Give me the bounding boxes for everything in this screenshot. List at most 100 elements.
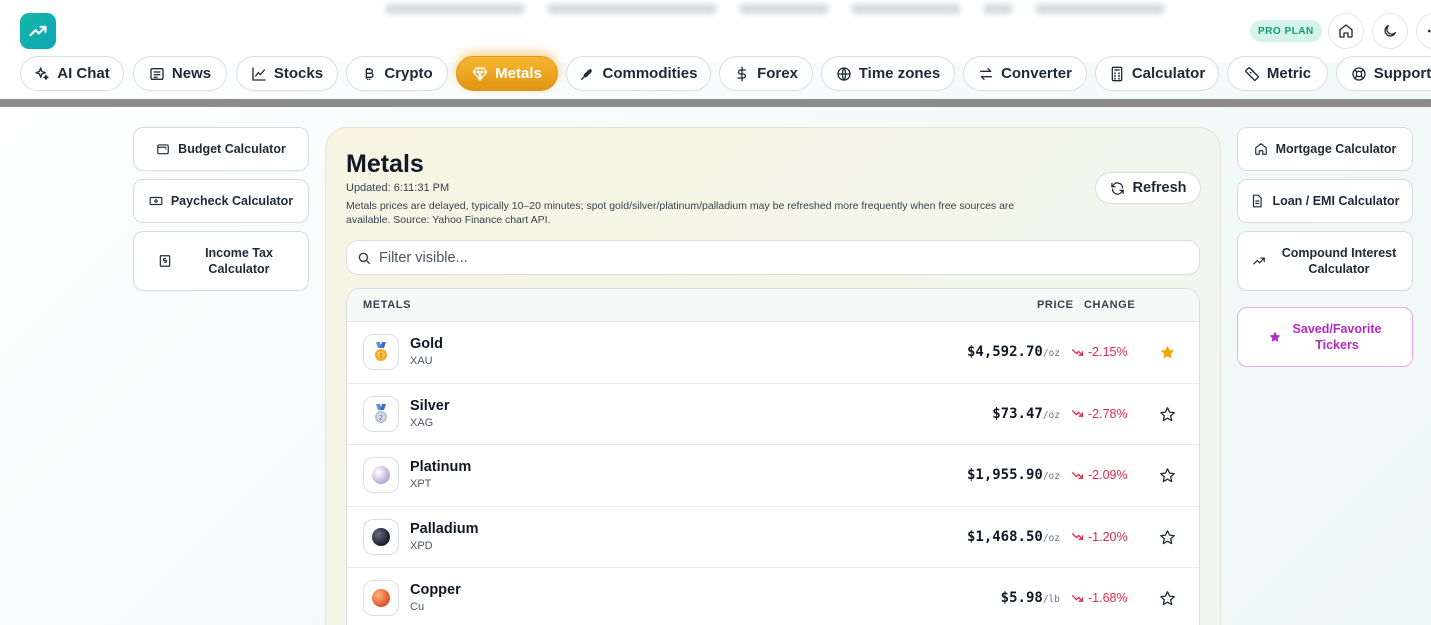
nav-converter[interactable]: Converter	[963, 56, 1087, 91]
filter-field[interactable]	[346, 240, 1200, 275]
refresh-label: Refresh	[1132, 180, 1187, 196]
tool-label: Saved/Favorite Tickers	[1292, 322, 1382, 352]
metal-price: $73.47/oz	[992, 406, 1060, 422]
sparkles-icon	[35, 66, 49, 80]
budget-calculator-button[interactable]: Budget Calculator	[133, 127, 309, 171]
search-icon	[358, 252, 370, 264]
nav-metals[interactable]: Metals	[456, 56, 558, 91]
nav-calculator[interactable]: Calculator	[1095, 56, 1219, 91]
change-value: -1.68%	[1088, 591, 1128, 605]
nav-news[interactable]: News	[133, 56, 227, 91]
change-value: -1.20%	[1088, 529, 1128, 544]
price-value: $73.47	[992, 405, 1043, 422]
star-outline-icon[interactable]	[1159, 467, 1176, 484]
nav-label: News	[171, 65, 212, 82]
metal-price: $5.98/lb	[1001, 590, 1060, 606]
svg-text:1: 1	[379, 353, 383, 360]
metal-change: -2.78%	[1071, 407, 1128, 421]
price-unit: /oz	[1042, 348, 1060, 359]
more-menu-button[interactable]	[1416, 13, 1431, 49]
metal-symbol: XPT	[410, 478, 432, 490]
silver-medal-icon: 2	[363, 395, 399, 432]
price-unit: /oz	[1042, 471, 1060, 482]
nav-label: Crypto	[384, 65, 433, 82]
receipt-dollar-icon	[159, 255, 171, 267]
change-value: -2.78%	[1088, 406, 1128, 421]
refresh-icon	[1110, 181, 1124, 195]
star-outline-icon[interactable]	[1159, 529, 1176, 546]
star-icon	[1269, 331, 1281, 342]
table-row[interactable]: Copper Cu $5.98/lb -1.68%	[347, 568, 1199, 625]
price-unit: /lb	[1042, 594, 1060, 605]
trending-up-icon	[1253, 257, 1265, 265]
trending-up-icon	[29, 25, 47, 37]
star-outline-icon[interactable]	[1159, 590, 1176, 607]
metal-price: $1,955.90/oz	[967, 467, 1060, 483]
chart-line-icon	[252, 66, 266, 81]
main-nav: AI Chat News Stocks Crypto Metals Commod…	[0, 56, 1431, 96]
price-value: $5.98	[1000, 590, 1043, 606]
wheat-icon	[581, 68, 593, 80]
compound-interest-calculator-button[interactable]: Compound Interest Calculator	[1237, 231, 1413, 291]
column-header-price[interactable]: PRICE	[1037, 299, 1074, 311]
nav-label: Metals	[495, 65, 542, 82]
trending-down-icon	[1071, 348, 1084, 356]
nav-commodities[interactable]: Commodities	[566, 56, 711, 91]
tool-label: Paycheck Calculator	[170, 194, 294, 208]
wallet-icon	[157, 144, 170, 155]
table-header: METALS PRICE CHANGE	[347, 289, 1199, 322]
more-icon	[1428, 29, 1431, 33]
price-value: $1,468.50	[966, 528, 1043, 545]
theme-toggle-button[interactable]	[1372, 13, 1408, 49]
gem-icon	[472, 66, 488, 81]
change-value: -2.15%	[1088, 345, 1128, 359]
nav-forex[interactable]: Forex	[719, 56, 813, 91]
tool-label: Mortgage Calculator	[1275, 142, 1397, 156]
nav-crypto[interactable]: Crypto	[346, 56, 448, 91]
paycheck-calculator-button[interactable]: Paycheck Calculator	[133, 179, 309, 223]
refresh-button[interactable]: Refresh	[1095, 172, 1201, 204]
metal-symbol: XAG	[410, 416, 434, 429]
column-header-metals[interactable]: METALS	[363, 299, 411, 311]
platinum-orb-icon	[363, 457, 399, 493]
nav-label: Commodities	[602, 65, 698, 82]
metals-panel: Metals Updated: 6:11:31 PM Metals prices…	[325, 127, 1221, 625]
change-value: -2.09%	[1088, 468, 1128, 482]
star-outline-icon[interactable]	[1159, 406, 1176, 423]
metal-change: -1.20%	[1071, 530, 1128, 544]
nav-label: Metric	[1266, 65, 1312, 82]
home-button[interactable]	[1328, 13, 1364, 49]
app-logo[interactable]	[20, 13, 56, 49]
metal-change: -2.15%	[1071, 345, 1128, 359]
nav-ai-chat[interactable]: AI Chat	[20, 56, 124, 91]
nav-time-zones[interactable]: Time zones	[821, 56, 955, 91]
nav-support[interactable]: Support	[1336, 56, 1431, 91]
nav-label: AI Chat	[57, 65, 110, 82]
mortgage-calculator-button[interactable]: Mortgage Calculator	[1237, 127, 1413, 171]
tool-label: Loan / EMI Calculator	[1272, 194, 1400, 208]
saved-favorite-tickers-button[interactable]: Saved/Favorite Tickers	[1237, 307, 1413, 367]
metals-table: METALS PRICE CHANGE 1 Gold XAU $4,592.70…	[346, 288, 1200, 625]
price-value: $1,955.90	[966, 467, 1043, 483]
table-row[interactable]: 1 Gold XAU $4,592.70/oz -2.15%	[347, 322, 1199, 384]
loan-emi-calculator-button[interactable]: Loan / EMI Calculator	[1237, 179, 1413, 223]
column-header-change[interactable]: CHANGE	[1084, 299, 1135, 311]
pro-plan-badge: PRO PLAN	[1250, 20, 1322, 42]
table-row[interactable]: Palladium XPD $1,468.50/oz -1.20%	[347, 507, 1199, 568]
home-icon	[1254, 143, 1267, 155]
tool-label: Budget Calculator	[178, 142, 286, 156]
globe-icon	[837, 66, 851, 81]
price-value: $4,592.70	[966, 344, 1043, 360]
table-row[interactable]: Platinum XPT $1,955.90/oz -2.09%	[347, 445, 1199, 507]
star-filled-icon[interactable]	[1159, 344, 1176, 361]
metal-symbol: Cu	[410, 601, 425, 613]
nav-metric[interactable]: Metric	[1227, 56, 1328, 91]
metal-symbol: XPD	[410, 539, 433, 552]
filter-input[interactable]	[379, 249, 1179, 266]
income-tax-calculator-button[interactable]: Income Tax Calculator	[133, 231, 309, 291]
nav-label: Forex	[757, 65, 798, 82]
table-row[interactable]: 2 Silver XAG $73.47/oz -2.78%	[347, 384, 1199, 445]
metal-name: Gold	[410, 336, 444, 352]
moon-icon	[1384, 25, 1396, 37]
nav-stocks[interactable]: Stocks	[236, 56, 338, 91]
